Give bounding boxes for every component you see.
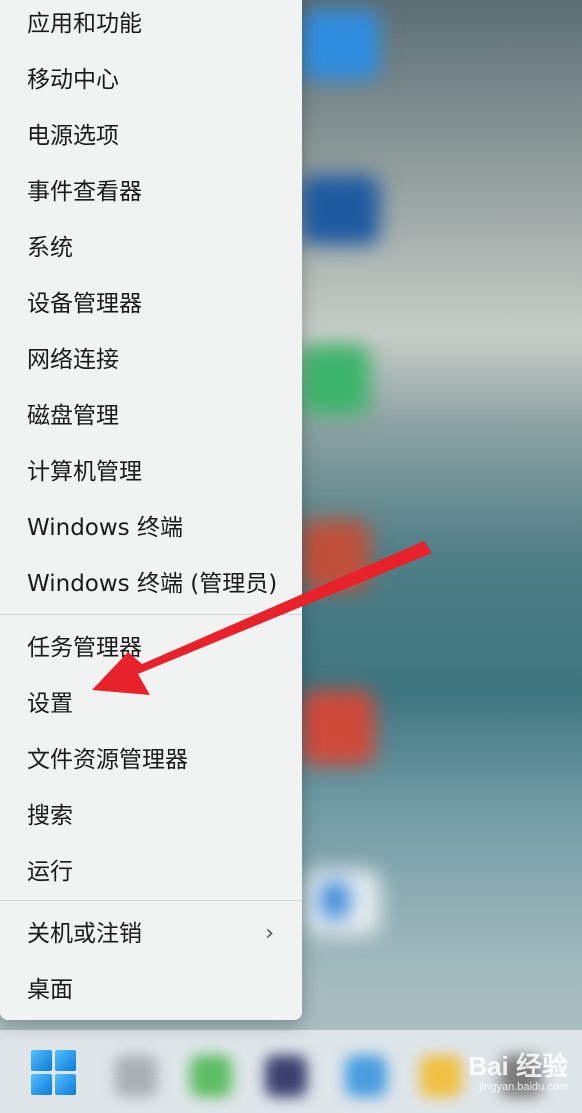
chevron-right-icon: › <box>265 921 274 946</box>
desktop-app-icon[interactable] <box>300 175 380 245</box>
menu-item-search[interactable]: 搜索 <box>0 792 302 840</box>
menu-item-run[interactable]: 运行 <box>0 848 302 896</box>
watermark-domain: jingyan.baidu.com <box>479 1081 568 1093</box>
baidu-jingyan-watermark: Bai 经验 jingyan.baidu.com <box>468 1053 568 1093</box>
menu-item-settings[interactable]: 设置 <box>0 680 302 728</box>
watermark-brand: Bai 经验 <box>468 1051 568 1081</box>
taskbar-app-icon[interactable] <box>190 1055 232 1097</box>
menu-item-shutdown-signout[interactable]: 关机或注销 › <box>0 910 302 958</box>
taskbar-app-icon[interactable] <box>265 1055 307 1097</box>
menu-item-task-manager[interactable]: 任务管理器 <box>0 624 302 672</box>
taskbar-app-icon[interactable] <box>115 1055 157 1097</box>
taskbar-app-icon[interactable] <box>345 1055 387 1097</box>
menu-item-file-explorer[interactable]: 文件资源管理器 <box>0 736 302 784</box>
menu-item-mobility-center[interactable]: 移动中心 <box>0 56 302 104</box>
menu-item-system[interactable]: 系统 <box>0 224 302 272</box>
windows-start-icon[interactable] <box>31 1050 77 1096</box>
desktop-app-icon[interactable] <box>300 690 375 765</box>
menu-item-windows-terminal-admin[interactable]: Windows 终端 (管理员) <box>0 560 302 608</box>
menu-item-desktop[interactable]: 桌面 <box>0 966 302 1014</box>
menu-item-network-connections[interactable]: 网络连接 <box>0 336 302 384</box>
menu-separator <box>0 614 302 615</box>
desktop-app-icon[interactable] <box>300 10 380 80</box>
desktop-app-icon[interactable] <box>320 880 350 920</box>
menu-item-power-options[interactable]: 电源选项 <box>0 112 302 160</box>
taskbar-app-icon[interactable] <box>420 1055 462 1097</box>
winx-context-menu: 应用和功能 移动中心 电源选项 事件查看器 系统 设备管理器 网络连接 磁盘管理… <box>0 0 302 1020</box>
desktop-app-icon[interactable] <box>300 345 370 415</box>
menu-item-windows-terminal[interactable]: Windows 终端 <box>0 504 302 552</box>
menu-item-event-viewer[interactable]: 事件查看器 <box>0 168 302 216</box>
menu-item-device-manager[interactable]: 设备管理器 <box>0 280 302 328</box>
menu-item-apps-features[interactable]: 应用和功能 <box>0 0 302 48</box>
menu-item-disk-management[interactable]: 磁盘管理 <box>0 392 302 440</box>
menu-separator <box>0 900 302 901</box>
desktop-app-icon[interactable] <box>300 520 370 590</box>
menu-item-computer-management[interactable]: 计算机管理 <box>0 448 302 496</box>
